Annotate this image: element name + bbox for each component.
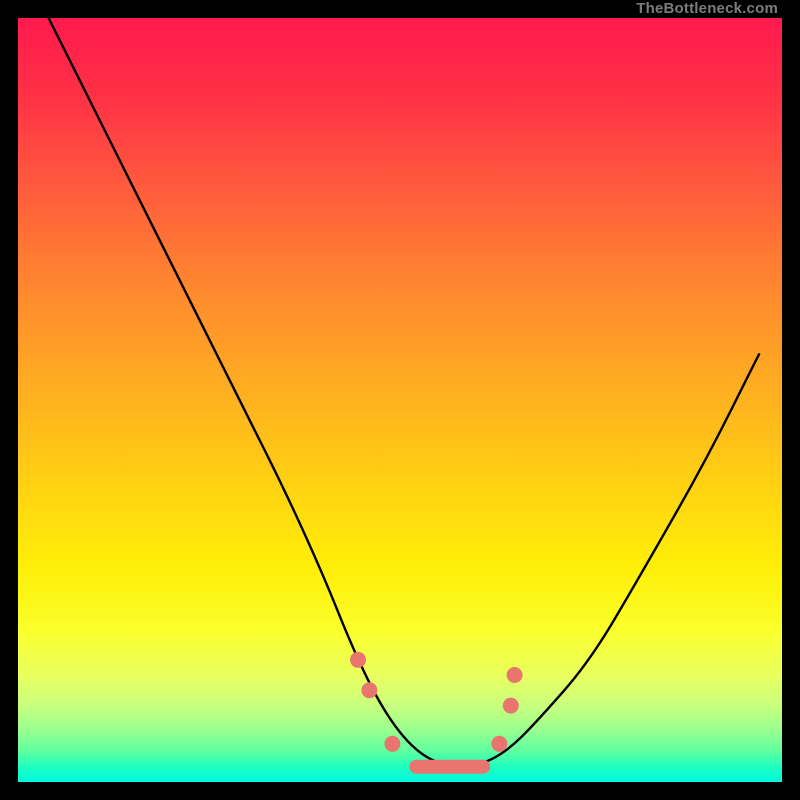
curve-marker (503, 698, 519, 714)
plot-area (18, 18, 782, 782)
curve-marker (384, 736, 400, 752)
curve-marker (507, 667, 523, 683)
trough-marker (409, 760, 490, 774)
curve-marker (491, 736, 507, 752)
curve-marker (361, 682, 377, 698)
watermark-text: TheBottleneck.com (636, 0, 778, 18)
curve-marker (350, 652, 366, 668)
chart-frame: TheBottleneck.com (0, 0, 800, 800)
bottleneck-curve (49, 18, 760, 767)
chart-svg (18, 18, 782, 782)
